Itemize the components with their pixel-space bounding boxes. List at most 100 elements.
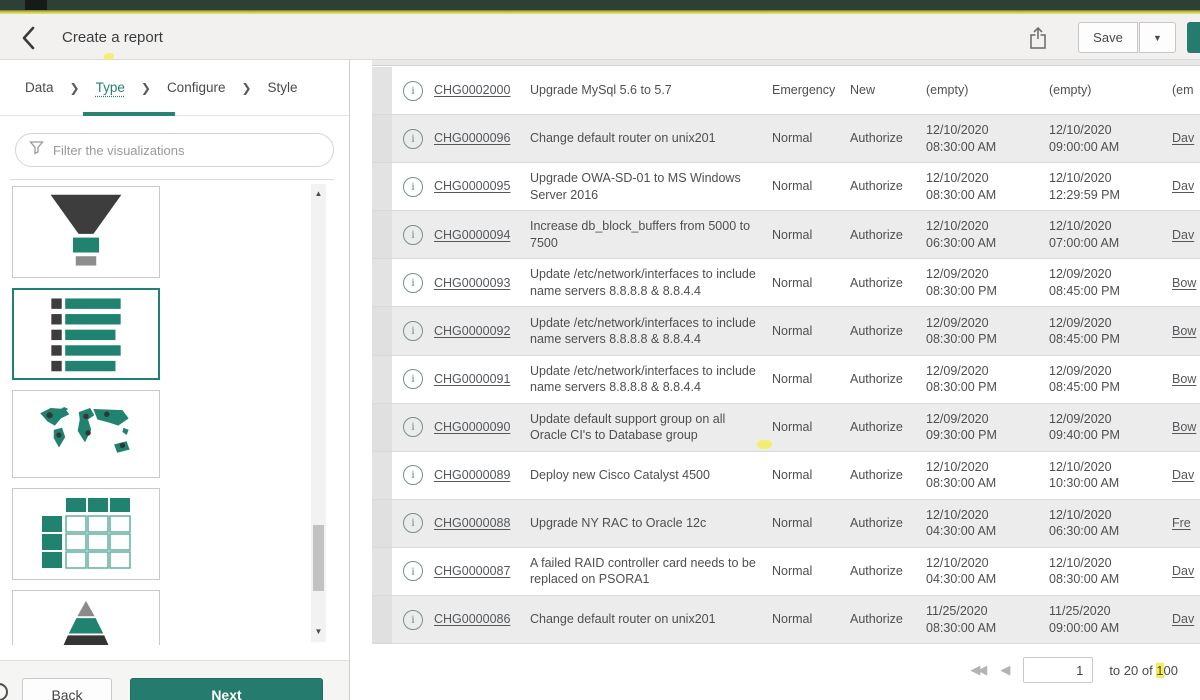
viz-thumbnail-world-map[interactable] [12, 390, 160, 478]
info-icon[interactable]: i [403, 561, 423, 581]
info-icon[interactable]: i [403, 610, 423, 630]
change-number-link[interactable]: CHG0000091 [434, 372, 510, 386]
wizard-step-data[interactable]: Data [25, 80, 54, 95]
pyramid-icon [38, 599, 134, 645]
share-icon[interactable] [1027, 25, 1051, 51]
table-row[interactable]: iCHG0000093Update /etc/network/interface… [372, 259, 1200, 307]
viz-list-scrollbar[interactable]: ▲ ▼ [311, 184, 326, 642]
info-icon[interactable]: i [403, 417, 423, 437]
info-icon[interactable]: i [403, 321, 423, 341]
next-button[interactable]: Next [130, 678, 323, 700]
assigned-to-link[interactable]: Bow [1172, 372, 1196, 386]
table-row[interactable]: iCHG0002000Upgrade MySql 5.6 to 5.7Emerg… [372, 67, 1200, 115]
change-number-link[interactable]: CHG0000093 [434, 276, 510, 290]
state-cell: Authorize [850, 371, 926, 388]
info-icon[interactable]: i [403, 513, 423, 533]
planned-start-date-cell: 12/09/2020 09:30:00 PM [926, 411, 1049, 444]
change-number-link[interactable]: CHG0000086 [434, 612, 510, 626]
info-icon[interactable]: i [403, 225, 423, 245]
row-info-cell: i [392, 81, 434, 101]
table-row[interactable]: iCHG0000092Update /etc/network/interface… [372, 307, 1200, 355]
scrollbar-thumb[interactable] [313, 525, 324, 591]
state-cell: Authorize [850, 467, 926, 484]
wizard-step-style[interactable]: Style [268, 80, 298, 95]
cursor-highlight-artifact [104, 53, 114, 60]
table-row[interactable]: i CHG0000096 Change default router on unix… [372, 115, 1200, 163]
back-chevron-icon[interactable] [20, 25, 42, 51]
assigned-to-link[interactable]: Dav [1172, 131, 1194, 145]
viz-thumbnail-heatmap-table[interactable] [12, 488, 160, 580]
row-gutter [372, 596, 392, 643]
highlighted-digit: 1 [1156, 663, 1163, 678]
table-row[interactable]: iCHG0000086Change default router on unix… [372, 596, 1200, 644]
change-number-link[interactable]: CHG0002000 [434, 83, 510, 97]
visualization-filter-input[interactable]: Filter the visualizations [15, 133, 334, 167]
state-cell: Authorize [850, 178, 926, 195]
help-icon-partial[interactable] [0, 683, 8, 700]
previous-page-button[interactable]: ◀ [1000, 662, 1007, 678]
change-number-link[interactable]: CHG0000090 [434, 420, 510, 434]
assigned-to-link[interactable]: Dav [1172, 468, 1194, 482]
viz-thumbnail-pyramid[interactable] [12, 590, 160, 645]
table-row[interactable]: iCHG0000095Upgrade OWA-SD-01 to MS Windo… [372, 163, 1200, 211]
table-row[interactable]: i CHG0000094 Increase db_block_buffers fro… [372, 211, 1200, 259]
wizard-step-configure[interactable]: Configure [167, 80, 226, 95]
planned-end-date-cell: 12/10/2020 10:30:00 AM [1049, 459, 1172, 492]
table-row[interactable]: iCHG0000088Upgrade NY RAC to Oracle 12cN… [372, 500, 1200, 548]
assigned-to-link[interactable]: Fre [1172, 516, 1191, 530]
toolbar-edge-button-partial[interactable] [1187, 22, 1200, 53]
scroll-down-icon[interactable]: ▼ [311, 624, 326, 640]
back-button[interactable]: Back [22, 678, 112, 700]
assigned-to-link[interactable]: Bow [1172, 324, 1196, 338]
priority-cell: Normal [772, 371, 850, 388]
save-button[interactable]: Save [1078, 22, 1138, 53]
assigned-to-link[interactable]: Dav [1172, 228, 1194, 242]
chevron-right-icon: ❯ [241, 81, 251, 95]
viz-thumbnail-funnel-chart[interactable] [12, 186, 160, 278]
assigned-to-cell: Bow [1172, 323, 1200, 340]
assigned-to-link[interactable]: Dav [1172, 612, 1194, 626]
info-icon[interactable]: i [403, 369, 423, 389]
change-number-link[interactable]: CHG0000089 [434, 468, 510, 482]
change-number-link[interactable]: CHG0000094 [434, 228, 510, 242]
viz-thumbnail-list[interactable] [12, 288, 160, 380]
row-info-cell: i [392, 225, 434, 245]
info-icon[interactable]: i [403, 129, 423, 149]
assigned-to-cell: Bow [1172, 419, 1200, 436]
table-row[interactable]: iCHG0000089Deploy new Cisco Catalyst 450… [372, 452, 1200, 500]
priority-cell: Normal [772, 611, 850, 628]
chevron-right-icon: ❯ [141, 81, 151, 95]
short-description-cell: Change default router on unix201 [530, 130, 772, 147]
change-number-link[interactable]: CHG0000095 [434, 179, 510, 193]
planned-end-date-cell: 12/10/2020 06:30:00 AM [1049, 507, 1172, 540]
info-icon[interactable]: i [403, 177, 423, 197]
assigned-to-cell: (em [1172, 82, 1200, 99]
info-icon[interactable]: i [403, 465, 423, 485]
page-number-input[interactable] [1023, 657, 1093, 683]
short-description-cell: Increase db_block_buffers from 5000 to 7… [530, 218, 772, 251]
table-row[interactable]: iCHG0000091Update /etc/network/interface… [372, 356, 1200, 404]
assigned-to-link[interactable]: Dav [1172, 564, 1194, 578]
state-cell: Authorize [850, 323, 926, 340]
planned-end-date-cell: (empty) [1049, 82, 1172, 99]
assigned-to-link[interactable]: Bow [1172, 420, 1196, 434]
change-number-link[interactable]: CHG0000087 [434, 564, 510, 578]
row-gutter [372, 67, 392, 114]
first-page-button[interactable]: ◀◀ [970, 662, 984, 678]
change-number-link[interactable]: CHG0000088 [434, 516, 510, 530]
row-info-cell: i [392, 177, 434, 197]
table-row[interactable]: iCHG0000090Update default support group … [372, 404, 1200, 452]
wizard-step-type[interactable]: Type [96, 80, 125, 95]
info-icon[interactable]: i [403, 81, 423, 101]
panel-footer: Back Next [0, 660, 349, 700]
assigned-to-link[interactable]: Dav [1172, 179, 1194, 193]
save-dropdown-button[interactable]: ▼ [1139, 22, 1176, 53]
planned-end-date-cell: 11/25/2020 09:00:00 AM [1049, 603, 1172, 636]
scroll-up-icon[interactable]: ▲ [311, 186, 326, 202]
table-row[interactable]: iCHG0000087A failed RAID controller card… [372, 548, 1200, 596]
change-number-link[interactable]: CHG0000096 [434, 131, 510, 145]
assigned-to-cell: Dav [1172, 130, 1200, 147]
assigned-to-link[interactable]: Bow [1172, 276, 1196, 290]
change-number-link[interactable]: CHG0000092 [434, 324, 510, 338]
info-icon[interactable]: i [403, 273, 423, 293]
